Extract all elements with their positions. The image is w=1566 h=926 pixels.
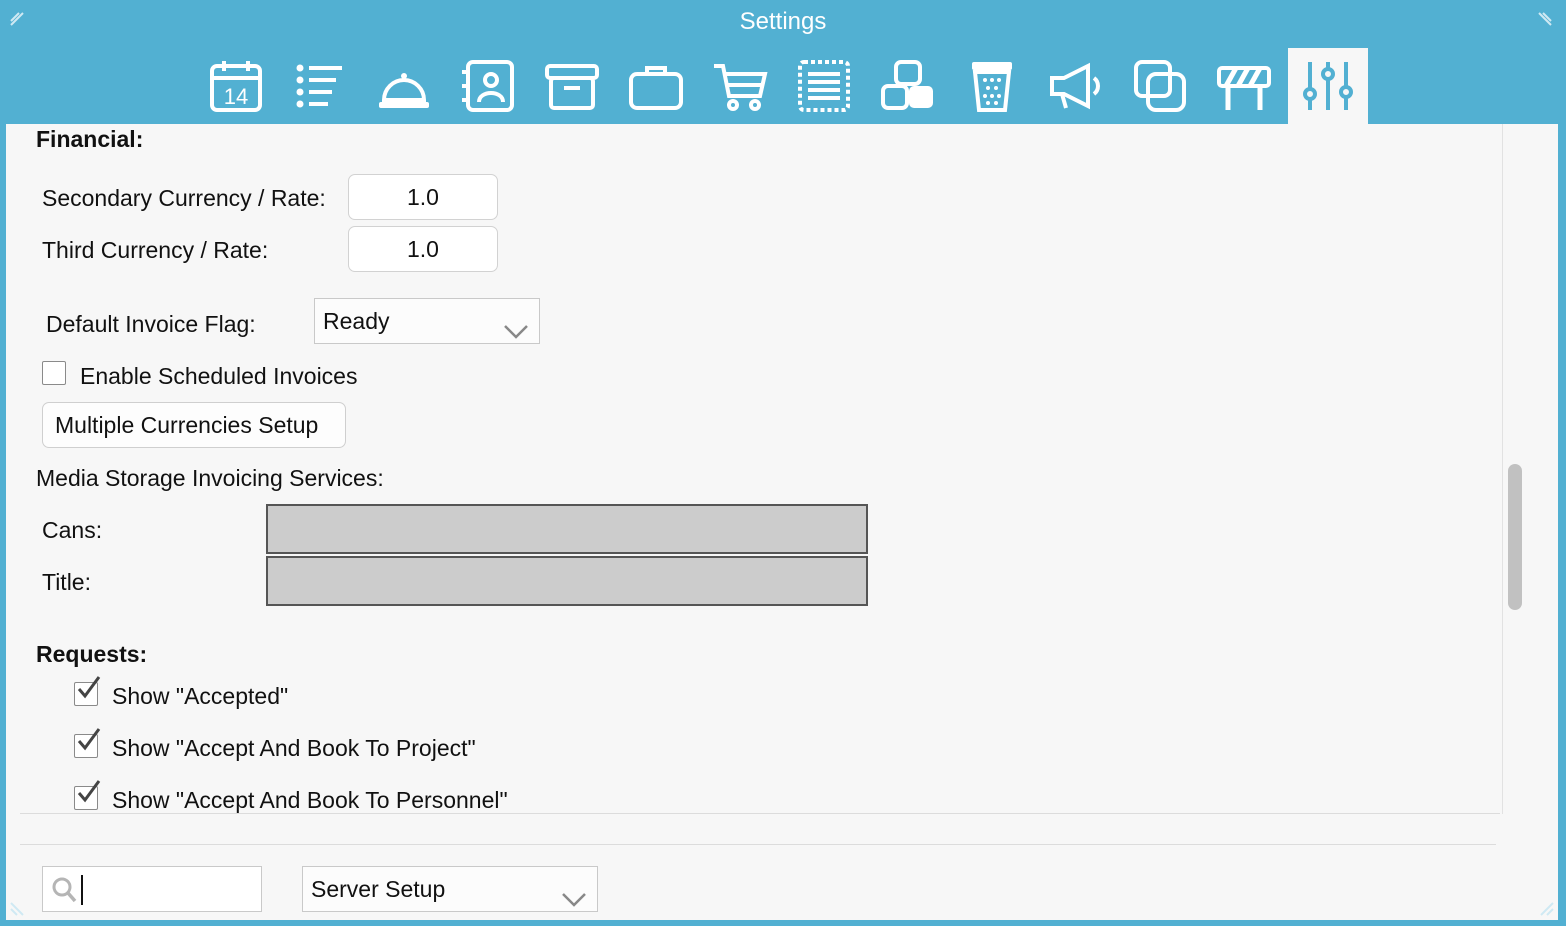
settings-panel: Financial: Secondary Currency / Rate: 1.…: [6, 124, 1558, 920]
expand-icon[interactable]: [1536, 10, 1556, 30]
module-toolbar: 14: [192, 48, 1382, 124]
invoice-flag-value: Ready: [323, 308, 390, 334]
invoice-flag-label: Default Invoice Flag:: [46, 311, 256, 337]
media-storage-heading: Media Storage Invoicing Services:: [36, 465, 384, 491]
invoice-flag-select[interactable]: Ready: [314, 298, 540, 344]
show-accept-book-personnel-checkbox[interactable]: [74, 780, 101, 810]
sliders-icon[interactable]: [1288, 48, 1368, 124]
section-select-value: Server Setup: [311, 876, 446, 902]
scheduled-invoices-label: Enable Scheduled Invoices: [80, 363, 358, 389]
list-icon[interactable]: [280, 48, 360, 124]
title-label: Title:: [42, 569, 91, 595]
checkmark-icon: [77, 728, 101, 751]
requests-heading: Requests:: [36, 641, 148, 667]
show-accept-book-project-label: Show "Accept And Book To Project": [112, 735, 476, 761]
cans-label: Cans:: [42, 517, 103, 543]
shopping-cart-icon[interactable]: [700, 48, 780, 124]
show-accepted-label: Show "Accepted": [112, 683, 289, 709]
trash-icon[interactable]: [952, 48, 1032, 124]
chevron-down-icon: [561, 879, 587, 907]
window-title: Settings: [739, 8, 827, 35]
title-bar: Settings: [0, 0, 1566, 48]
search-input[interactable]: [42, 866, 262, 912]
settings-scroll-area[interactable]: Financial: Secondary Currency / Rate: 1.…: [20, 124, 1500, 814]
show-accept-book-personnel-label: Show "Accept And Book To Personnel": [112, 787, 508, 813]
search-icon: [51, 876, 77, 909]
resize-handle-left-icon[interactable]: [8, 900, 28, 920]
blocks-icon[interactable]: [868, 48, 948, 124]
secondary-currency-rate-field[interactable]: 1.0: [348, 174, 498, 220]
third-currency-rate-field[interactable]: 1.0: [348, 226, 498, 272]
section-select[interactable]: Server Setup: [302, 866, 598, 912]
text-cursor: [81, 875, 83, 905]
footer-divider: [20, 844, 1496, 845]
calendar-icon[interactable]: 14: [196, 48, 276, 124]
financial-heading: Financial:: [36, 126, 144, 152]
checkmark-icon: [77, 780, 101, 803]
barrier-icon[interactable]: [1204, 48, 1284, 124]
multiple-currencies-setup-button[interactable]: Multiple Currencies Setup: [42, 402, 346, 448]
archive-box-icon[interactable]: [532, 48, 612, 124]
megaphone-icon[interactable]: [1036, 48, 1116, 124]
overlap-squares-icon[interactable]: [1120, 48, 1200, 124]
third-currency-label: Third Currency / Rate:: [42, 237, 269, 263]
contact-book-icon[interactable]: [448, 48, 528, 124]
title-field[interactable]: [266, 556, 868, 606]
resize-handle-right-icon[interactable]: [1538, 900, 1558, 920]
secondary-currency-label: Secondary Currency / Rate:: [42, 185, 326, 211]
scheduled-invoices-checkbox[interactable]: [42, 361, 66, 385]
cans-field[interactable]: [266, 504, 868, 554]
show-accepted-checkbox[interactable]: [74, 676, 101, 706]
svg-text:14: 14: [224, 84, 248, 109]
chevron-down-icon: [503, 311, 529, 339]
document-list-icon[interactable]: [784, 48, 864, 124]
checkmark-icon: [77, 676, 101, 699]
service-bell-icon[interactable]: [364, 48, 444, 124]
scrollbar-thumb[interactable]: [1508, 464, 1522, 610]
briefcase-icon[interactable]: [616, 48, 696, 124]
show-accept-book-project-checkbox[interactable]: [74, 728, 101, 758]
